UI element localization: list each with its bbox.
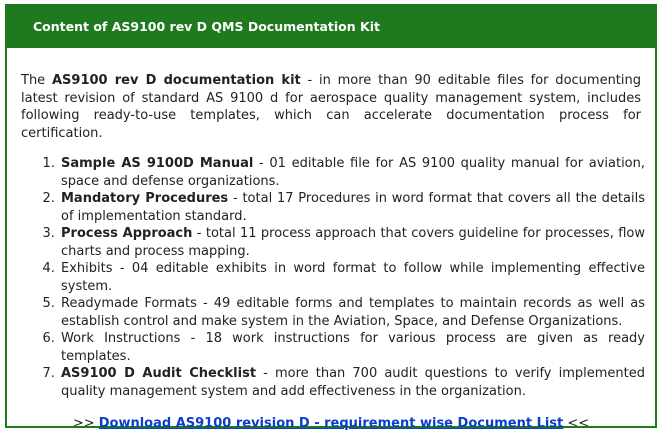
panel-header: Content of AS9100 rev D QMS Documentatio…: [7, 6, 655, 48]
list-item: Exhibits - 04 editable exhibits in word …: [59, 260, 645, 295]
intro-kit-name: AS9100 rev D documentation kit: [51, 73, 301, 88]
documentation-kit-panel: Content of AS9100 rev D QMS Documentatio…: [5, 4, 657, 431]
kit-contents-list: Sample AS 9100D Manual - 01 editable fil…: [7, 155, 645, 400]
list-item: Sample AS 9100D Manual - 01 editable fil…: [59, 155, 645, 190]
item-title: Mandatory Procedures: [61, 191, 229, 206]
download-document-list-link[interactable]: Download AS9100 revision D - requirement…: [99, 416, 564, 431]
item-description: Readymade Formats - 49 editable forms an…: [61, 296, 645, 329]
item-description: Exhibits - 04 editable exhibits in word …: [61, 261, 645, 294]
list-item: Process Approach - total 11 process appr…: [59, 225, 645, 260]
item-title: Process Approach: [61, 226, 193, 241]
intro-paragraph: The AS9100 rev D documentation kit - in …: [21, 72, 641, 142]
list-item: AS9100 D Audit Checklist - more than 700…: [59, 365, 645, 400]
intro-prefix: The: [21, 73, 52, 88]
item-title: Sample AS 9100D Manual: [61, 156, 254, 171]
list-item: Work Instructions - 18 work instructions…: [59, 330, 645, 365]
download-prefix: >>: [72, 416, 99, 431]
item-title: AS9100 D Audit Checklist: [61, 366, 257, 381]
download-suffix: <<: [563, 416, 590, 431]
list-item: Mandatory Procedures - total 17 Procedur…: [59, 190, 645, 225]
item-description: Work Instructions - 18 work instructions…: [61, 331, 645, 364]
download-line: >> Download AS9100 revision D - requirem…: [7, 416, 655, 431]
list-item: Readymade Formats - 49 editable forms an…: [59, 295, 645, 330]
